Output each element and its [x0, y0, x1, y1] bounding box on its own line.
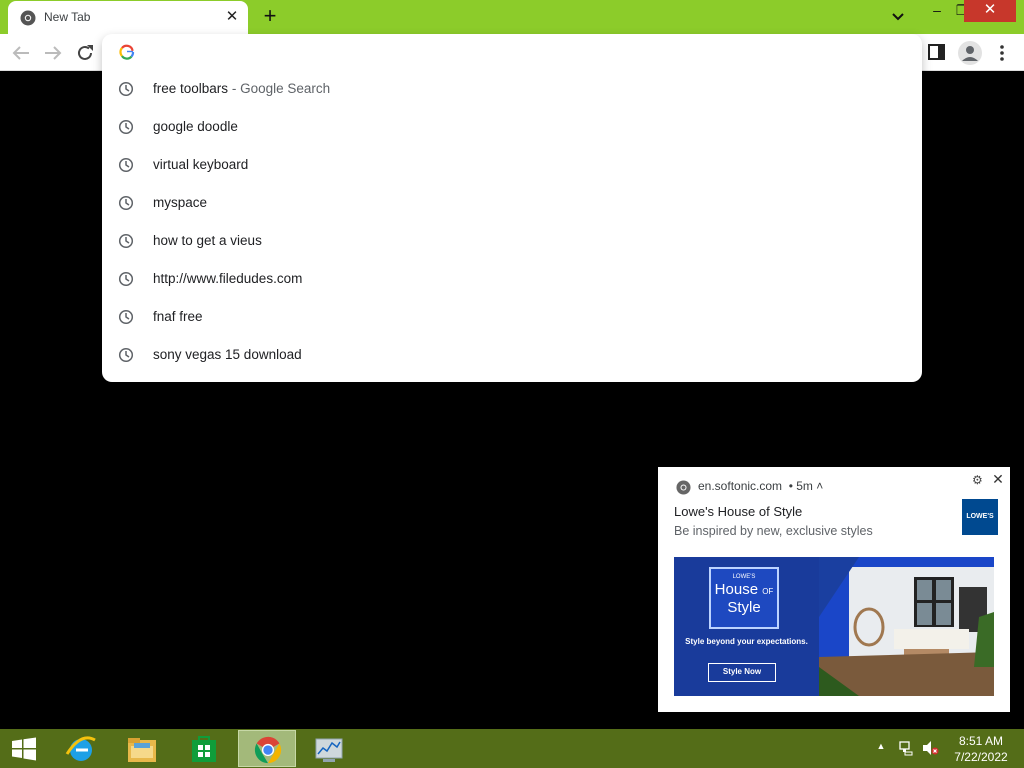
- side-panel-icon[interactable]: [927, 43, 947, 61]
- ad-tagline: Style beyond your expectations.: [685, 637, 808, 646]
- history-clock-icon: [118, 271, 134, 287]
- gear-icon[interactable]: ⚙: [972, 473, 984, 487]
- reload-icon[interactable]: [74, 42, 96, 64]
- push-notification[interactable]: en.softonic.com • 5m ˄ ⚙ ✕ Lowe's House …: [658, 467, 1010, 712]
- notification-title: Lowe's House of Style: [674, 504, 803, 519]
- chrome-color-icon: [254, 736, 282, 764]
- chevron-up-icon[interactable]: ˄: [816, 479, 823, 493]
- ad-banner-image[interactable]: LOWE'S House OF Style Style beyond your …: [674, 557, 994, 696]
- lowes-logo: LOWE'S: [962, 499, 998, 535]
- suggestion-item[interactable]: myspace: [102, 184, 922, 222]
- suggestion-item[interactable]: how to get a vieus: [102, 222, 922, 260]
- omnibox-dropdown: free toolbars - Google Search google doo…: [102, 34, 922, 382]
- address-bar[interactable]: [102, 34, 922, 70]
- tab-search-chevron-icon[interactable]: [888, 8, 908, 26]
- resource-monitor-taskbar-button[interactable]: [300, 730, 358, 767]
- file-explorer-taskbar-button[interactable]: [113, 730, 171, 767]
- suggestion-text: virtual keyboard: [153, 157, 249, 172]
- suggestion-item[interactable]: sony vegas 15 download: [102, 336, 922, 374]
- chrome-icon: [20, 10, 36, 26]
- clock-date: 7/22/2022: [954, 750, 1008, 764]
- notification-time: • 5m: [788, 479, 813, 493]
- badge-brand: LOWE'S: [732, 574, 756, 580]
- suggestion-text: free toolbars: [153, 81, 229, 96]
- address-input[interactable]: [152, 42, 852, 62]
- ad-house-text: House: [714, 581, 759, 598]
- notification-source: en.softonic.com: [698, 479, 783, 493]
- system-clock[interactable]: 8:51 AM 7/22/2022: [948, 733, 1014, 765]
- suggestion-text: http://www.filedudes.com: [153, 271, 303, 286]
- title-bar: New Tab ✕ + – ❐ ✕: [0, 0, 1024, 34]
- suggestion-item[interactable]: virtual keyboard: [102, 146, 922, 184]
- history-clock-icon: [118, 233, 134, 249]
- store-taskbar-button[interactable]: [175, 730, 233, 767]
- suggestion-item[interactable]: free toolbars - Google Search: [102, 70, 922, 108]
- style-now-button[interactable]: Style Now: [708, 663, 776, 682]
- ad-left-panel: LOWE'S House OF Style Style beyond your …: [674, 557, 819, 696]
- taskbar: ▲ 8:51 AM 7/22/2022: [0, 729, 1024, 768]
- folder-icon: [128, 738, 156, 762]
- history-clock-icon: [118, 347, 134, 363]
- suggestion-item[interactable]: http://www.filedudes.com: [102, 260, 922, 298]
- ad-style-text: Style: [727, 599, 761, 616]
- tab-new-tab[interactable]: New Tab ✕: [8, 1, 248, 34]
- suggestion-item[interactable]: fnaf free: [102, 298, 922, 336]
- tab-title: New Tab: [44, 10, 91, 24]
- chrome-icon: [676, 480, 691, 495]
- clock-time: 8:51 AM: [958, 734, 1004, 748]
- store-bag-icon: [192, 736, 216, 762]
- window-close-button[interactable]: ✕: [964, 0, 1016, 22]
- network-icon[interactable]: [899, 740, 913, 756]
- house-of-style-badge: LOWE'S House OF Style: [709, 567, 779, 629]
- suggestion-text: fnaf free: [153, 309, 203, 324]
- tray-overflow-icon[interactable]: ▲: [875, 741, 887, 753]
- windows-start-icon[interactable]: [10, 737, 38, 761]
- history-clock-icon: [118, 195, 134, 211]
- patio-photo-image: [819, 557, 994, 696]
- forward-arrow-icon[interactable]: [42, 42, 64, 64]
- suggestion-text: sony vegas 15 download: [153, 347, 302, 362]
- ad-of-text: OF: [762, 587, 774, 596]
- suggestion-item[interactable]: google doodle: [102, 108, 922, 146]
- volume-muted-icon[interactable]: [922, 740, 939, 756]
- new-tab-button[interactable]: +: [258, 5, 282, 28]
- internet-explorer-icon: [65, 736, 96, 761]
- suggestion-list: free toolbars - Google Search google doo…: [102, 70, 922, 374]
- history-clock-icon: [118, 81, 134, 97]
- internet-explorer-taskbar-button[interactable]: [52, 730, 110, 767]
- suggestion-text: google doodle: [153, 119, 238, 134]
- history-clock-icon: [118, 157, 134, 173]
- close-icon[interactable]: ✕: [991, 471, 1005, 487]
- chrome-taskbar-button[interactable]: [238, 730, 296, 767]
- profile-avatar-icon[interactable]: [958, 41, 982, 65]
- suggestion-text: how to get a vieus: [153, 233, 262, 248]
- google-g-icon: [119, 44, 135, 60]
- back-arrow-icon[interactable]: [10, 42, 32, 64]
- history-clock-icon: [118, 119, 134, 135]
- suggestion-separator: -: [231, 81, 237, 96]
- kebab-menu-icon[interactable]: [994, 42, 1010, 64]
- suggestion-subtext: Google Search: [240, 81, 331, 96]
- history-clock-icon: [118, 309, 134, 325]
- notification-body: Be inspired by new, exclusive styles: [674, 524, 873, 538]
- monitor-chart-icon: [315, 738, 343, 762]
- suggestion-text: myspace: [153, 195, 208, 210]
- tab-close-button[interactable]: ✕: [224, 9, 240, 25]
